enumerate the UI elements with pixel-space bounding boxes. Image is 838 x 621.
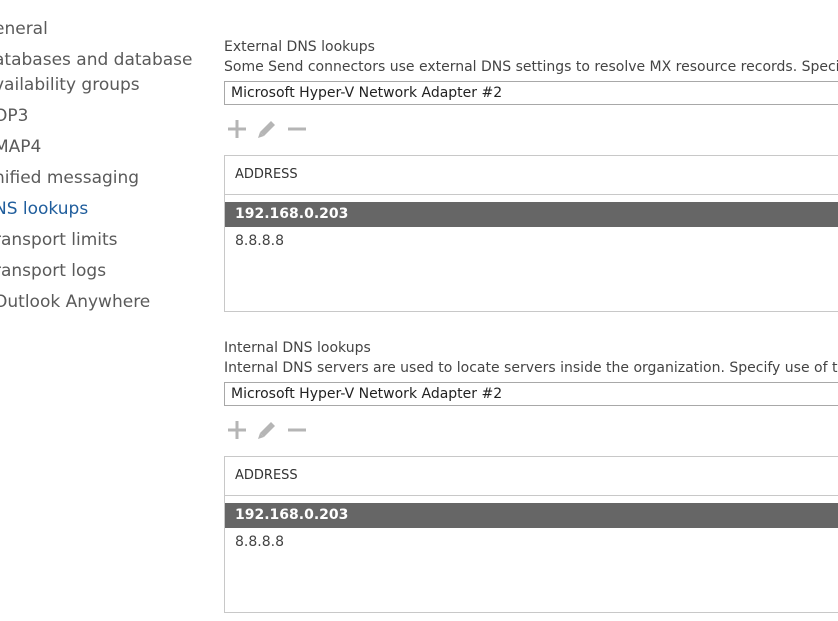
internal-add-button[interactable] [225, 418, 249, 442]
external-edit-button[interactable] [255, 117, 279, 141]
external-toolbar [224, 117, 838, 141]
external-dns-section: External DNS lookups Some Send connector… [224, 38, 838, 312]
external-adapter-select[interactable]: Microsoft Hyper-V Network Adapter #2 [224, 81, 838, 105]
internal-dns-title: Internal DNS lookups [224, 340, 371, 356]
internal-adapter-select[interactable]: Microsoft Hyper-V Network Adapter #2 [224, 382, 838, 406]
plus-icon [228, 120, 246, 138]
internal-dns-section: Internal DNS lookups Internal DNS server… [224, 339, 838, 613]
pencil-icon [258, 422, 275, 439]
minus-icon [288, 428, 306, 432]
list-item[interactable]: 192.168.0.203 [225, 202, 838, 227]
nav-item-pop3[interactable]: OP3 [0, 104, 204, 129]
list-item[interactable]: 8.8.8.8 [225, 229, 838, 254]
nav-item-transport-limits[interactable]: ransport limits [0, 228, 204, 253]
nav-item-unified-messaging[interactable]: nified messaging [0, 166, 204, 191]
list-item[interactable]: 8.8.8.8 [225, 530, 838, 555]
external-dns-title: External DNS lookups [224, 39, 375, 55]
internal-address-list: ADDRESS 192.168.0.203 8.8.8.8 [224, 456, 838, 613]
internal-dns-description: Internal DNS servers are used to locate … [224, 360, 838, 376]
internal-edit-button[interactable] [255, 418, 279, 442]
plus-icon [228, 421, 246, 439]
nav-item-dns-lookups[interactable]: NS lookups [0, 197, 204, 222]
nav-item-imap4[interactable]: MAP4 [0, 135, 204, 160]
internal-address-column-header[interactable]: ADDRESS [225, 457, 838, 496]
nav-item-general[interactable]: eneral [0, 17, 204, 42]
server-properties-page: eneral atabases and database vailability… [0, 0, 838, 621]
external-add-button[interactable] [225, 117, 249, 141]
pencil-icon [258, 121, 275, 138]
minus-icon [288, 127, 306, 131]
external-remove-button[interactable] [285, 117, 309, 141]
nav-item-transport-logs[interactable]: ransport logs [0, 259, 204, 284]
internal-remove-button[interactable] [285, 418, 309, 442]
nav-item-databases[interactable]: atabases and database vailability groups [0, 48, 194, 98]
nav-item-outlook-anywhere[interactable]: Outlook Anywhere [0, 290, 204, 315]
external-dns-description: Some Send connectors use external DNS se… [224, 59, 838, 75]
list-item[interactable]: 192.168.0.203 [225, 503, 838, 528]
left-nav: eneral atabases and database vailability… [0, 17, 204, 321]
internal-toolbar [224, 418, 838, 442]
external-address-column-header[interactable]: ADDRESS [225, 156, 838, 195]
external-address-list: ADDRESS 192.168.0.203 8.8.8.8 [224, 155, 838, 312]
